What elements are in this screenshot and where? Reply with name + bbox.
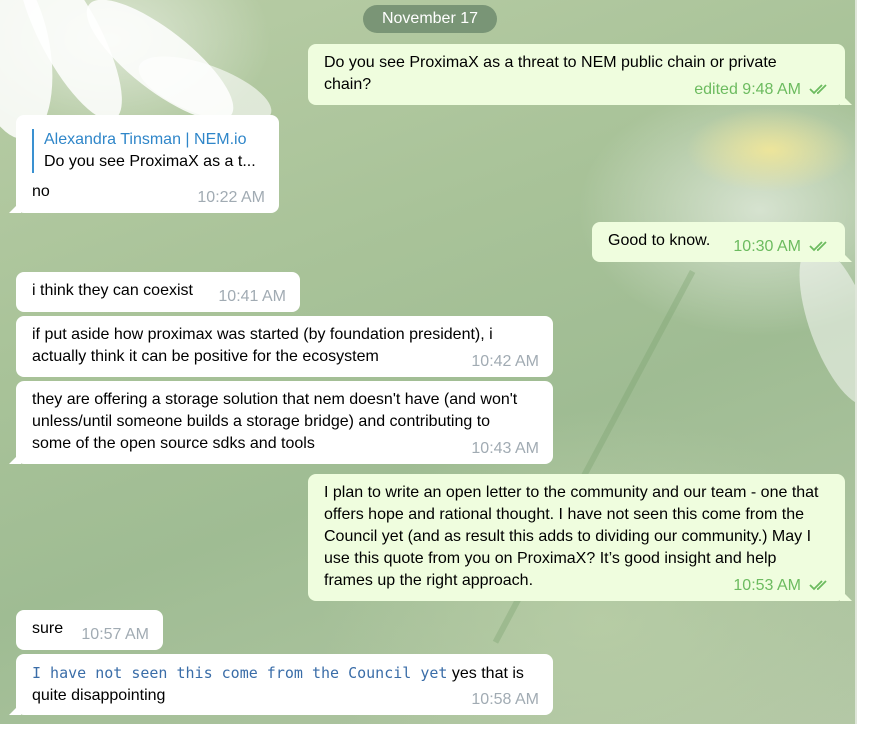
inline-code-quote: I have not seen this come from the Counc…	[32, 664, 448, 682]
message-time: 10:22 AM	[197, 189, 265, 206]
message-text: I have not seen this come from the Counc…	[32, 662, 537, 707]
double-check-icon	[809, 84, 827, 95]
message-bubble-outgoing[interactable]: Good to know. 10:30 AM	[592, 222, 845, 262]
message-bubble-incoming[interactable]: sure 10:57 AM	[16, 610, 163, 650]
message-bubble-incoming[interactable]: i think they can coexist 10:41 AM	[16, 272, 300, 312]
double-check-icon	[809, 580, 827, 591]
reply-sender-name: Alexandra Tinsman | NEM.io	[44, 131, 247, 148]
message-bubble-incoming[interactable]: Alexandra Tinsman | NEM.io Do you see Pr…	[16, 115, 279, 213]
message-time: 10:30 AM	[733, 238, 801, 255]
message-bubble-incoming[interactable]: if put aside how proximax was started (b…	[16, 316, 553, 377]
message-meta: 10:30 AM	[733, 236, 831, 258]
message-text: no	[32, 183, 50, 200]
message-time: 10:53 AM	[733, 577, 801, 594]
message-time: 10:41 AM	[218, 288, 286, 305]
message-text: i think they can coexist	[32, 282, 193, 299]
message-text: sure	[32, 620, 64, 637]
message-time: 10:58 AM	[471, 691, 539, 708]
double-check-icon	[809, 241, 827, 252]
message-bubble-outgoing[interactable]: I plan to write an open letter to the co…	[308, 474, 845, 601]
message-time: 10:43 AM	[471, 440, 539, 457]
message-text: if put aside how proximax was started (b…	[32, 326, 493, 365]
message-meta: 10:53 AM	[733, 575, 831, 597]
date-separator: November 17	[363, 5, 497, 33]
message-bubble-incoming[interactable]: I have not seen this come from the Counc…	[16, 654, 553, 715]
message-bubble-outgoing[interactable]: Do you see ProximaX as a threat to NEM p…	[308, 44, 845, 105]
message-text: they are offering a storage solution tha…	[32, 391, 518, 452]
reply-quoted-text: Do you see ProximaX as a t...	[44, 153, 256, 170]
message-text: Good to know.	[608, 232, 711, 249]
message-bubble-incoming[interactable]: they are offering a storage solution tha…	[16, 381, 553, 464]
message-meta: edited 9:48 AM	[694, 79, 831, 101]
reply-preview[interactable]: Alexandra Tinsman | NEM.io Do you see Pr…	[32, 129, 263, 173]
message-time: 10:57 AM	[81, 626, 149, 643]
message-time: 10:42 AM	[471, 353, 539, 370]
panel-divider	[855, 0, 857, 724]
message-time: edited 9:48 AM	[694, 81, 801, 98]
